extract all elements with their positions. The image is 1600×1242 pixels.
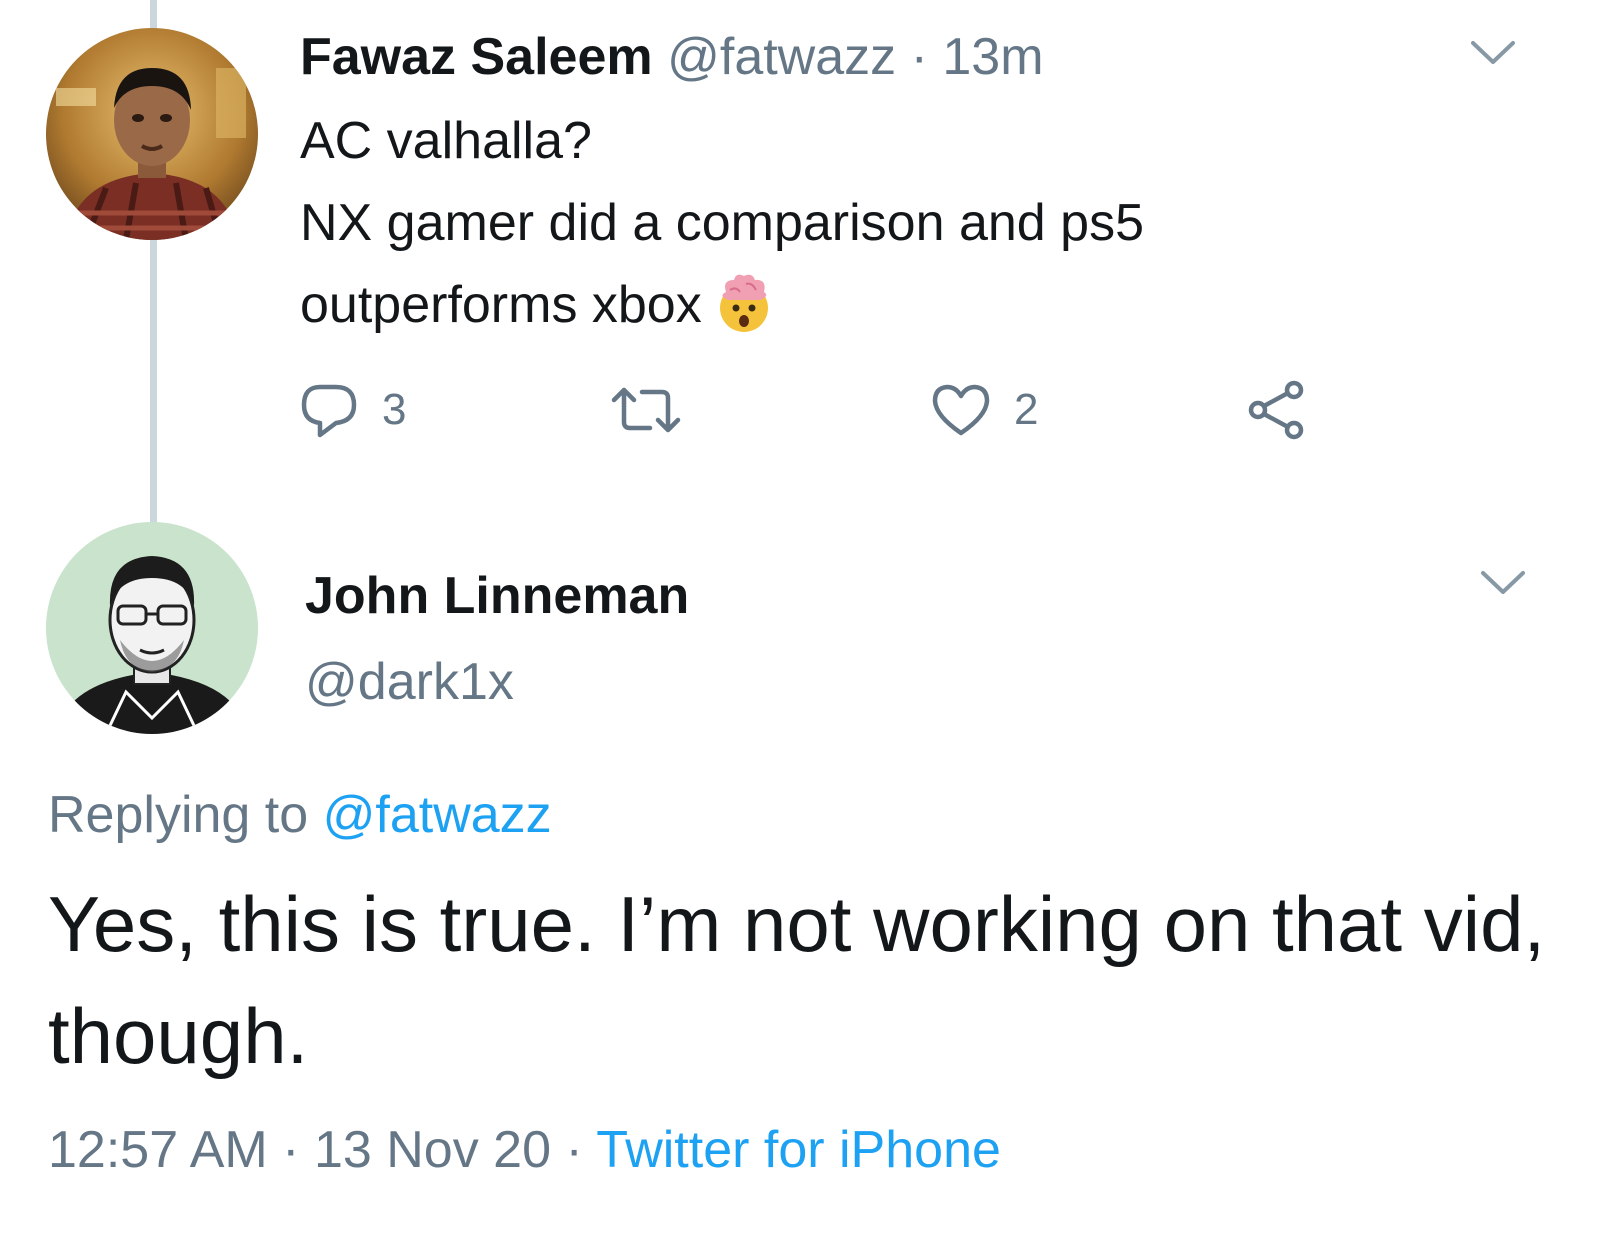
avatar[interactable] [46,522,258,734]
tweet-header: Fawaz Saleem @fatwazz · 13m [300,26,1044,88]
avatar[interactable] [46,28,258,240]
tweet-date[interactable]: 13 Nov 20 [314,1121,551,1179]
tweet-text: AC valhalla? NX gamer did a comparison a… [300,100,1400,346]
chevron-down-icon[interactable] [1470,40,1516,66]
reply-button[interactable]: 3 [298,380,406,440]
reply-icon [301,384,357,438]
like-count: 2 [1014,385,1039,434]
like-button[interactable]: 2 [930,380,1038,440]
display-name[interactable]: John Linneman [305,566,689,626]
chevron-down-icon[interactable] [1480,570,1526,596]
replying-to-label: Replying to [48,786,309,844]
retweet-icon [611,387,681,433]
tweet-text-line: outperforms xbox [300,276,702,334]
user-handle[interactable]: @dark1x [305,652,514,712]
reply-count: 3 [382,385,407,434]
separator-dot: · [910,28,928,86]
heart-icon [932,384,990,436]
tweet-metadata: 12:57 AM · 13 Nov 20 · Twitter for iPhon… [48,1120,1001,1180]
timestamp[interactable]: 13m [942,28,1043,86]
tweet-text-line-with-emoji: outperforms xbox [300,264,1400,346]
avatar-photo-fawaz [46,28,258,240]
exploding-head-emoji-icon [712,270,776,334]
display-name[interactable]: Fawaz Saleem [300,28,653,86]
avatar-illustration-john [46,522,258,734]
replying-to: Replying to @fatwazz [48,785,552,845]
tweet-text: Yes, this is true. I’m not working on th… [48,880,1546,1080]
tweet-text-line: NX gamer did a comparison and ps5 [300,194,1145,252]
tweet-text-line: AC valhalla? [300,112,592,170]
replying-to-handle-link[interactable]: @fatwazz [323,786,552,844]
retweet-button[interactable] [608,380,684,440]
user-handle[interactable]: @fatwazz [667,28,896,86]
tweet-time[interactable]: 12:57 AM [48,1121,268,1179]
separator-dot: · [565,1121,583,1179]
tweet-source-link[interactable]: Twitter for iPhone [596,1121,1001,1179]
share-button[interactable] [1246,380,1308,440]
share-icon [1248,380,1304,440]
separator-dot: · [282,1121,300,1179]
